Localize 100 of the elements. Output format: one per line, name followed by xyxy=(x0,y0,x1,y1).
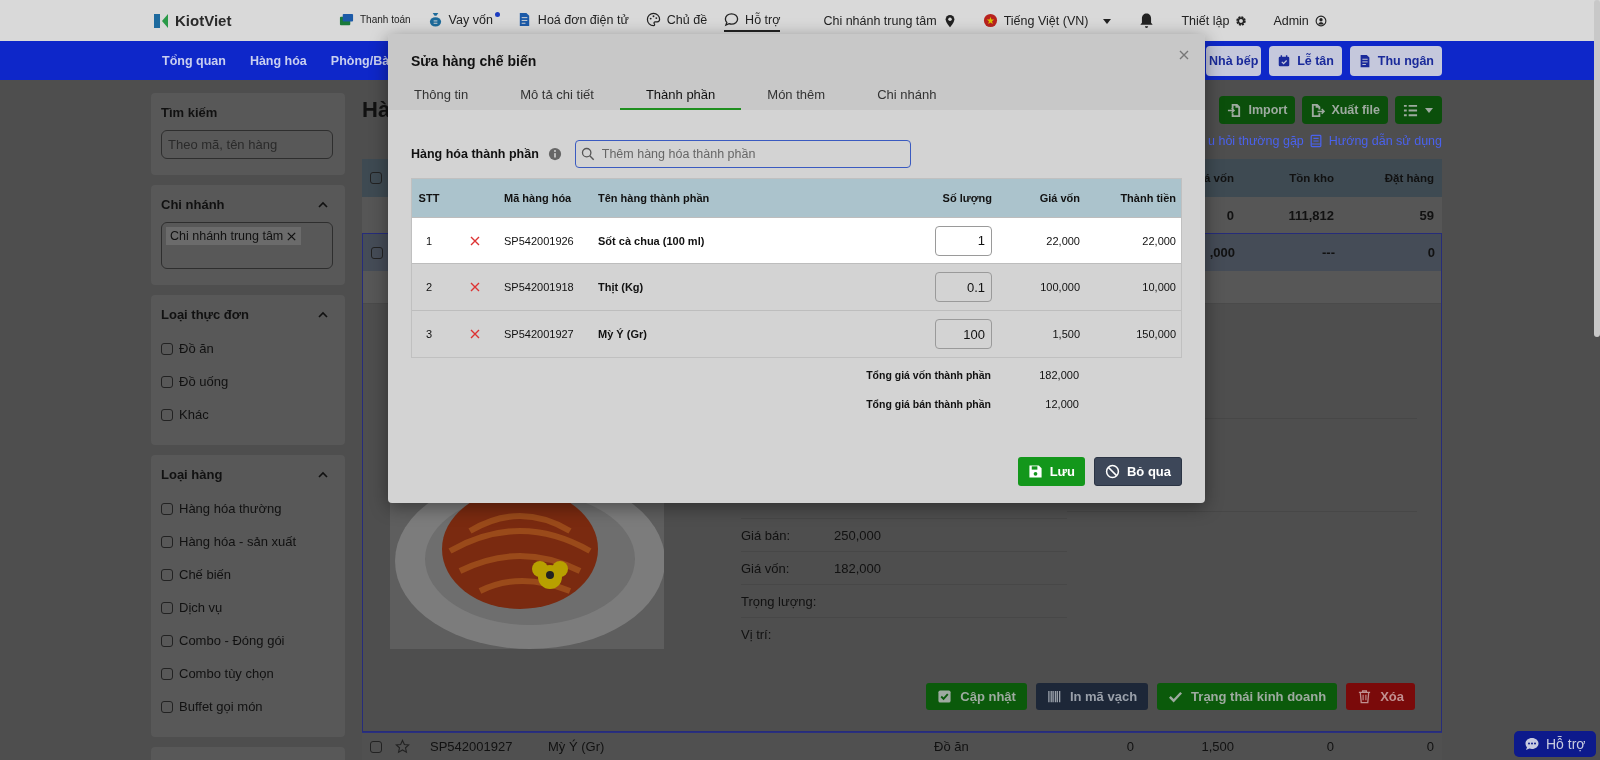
checkbox-label: Hàng hóa - sản xuất xyxy=(179,534,297,549)
chat-icon xyxy=(1524,736,1540,752)
table-cell-text: 22,000 xyxy=(1141,234,1176,247)
user-menu[interactable]: Admin xyxy=(1273,13,1309,28)
menu-item[interactable]: Hoá đơn điện tử xyxy=(516,9,629,32)
menu-item[interactable]: Vay vốn xyxy=(427,9,500,32)
barcode-icon xyxy=(1046,689,1062,704)
table-cell-text: 111,812 xyxy=(1287,207,1334,223)
tag-field[interactable]: Chi nhánh trung tâm xyxy=(161,222,333,269)
file-import-icon xyxy=(1227,102,1243,118)
table-cell-text: 150,000 xyxy=(1135,328,1176,340)
quantity-field[interactable]: 0.1 xyxy=(935,272,992,302)
tab[interactable]: Chi nhánh xyxy=(851,80,963,110)
table-cell-text: 0 xyxy=(1225,207,1234,223)
ban-icon xyxy=(1104,464,1120,479)
menu-item[interactable]: Thanh toán xyxy=(339,9,411,32)
action-button[interactable]: Xóa xyxy=(1346,683,1415,710)
user-icon xyxy=(1314,14,1327,27)
checkbox-label: Khác xyxy=(179,407,209,422)
save-icon xyxy=(1027,464,1043,479)
tag: Chi nhánh trung tâm xyxy=(166,227,302,245)
menu-item[interactable]: Hỗ trợ xyxy=(724,9,781,32)
checkbox-label: Chế biến xyxy=(179,567,232,582)
quantity-field[interactable]: 1 xyxy=(935,225,992,256)
column-header: Tồn kho xyxy=(1288,172,1334,184)
table-cell-text: --- xyxy=(1321,245,1335,260)
checkbox[interactable] xyxy=(161,342,173,355)
search-field[interactable]: Thêm hàng hóa thành phần xyxy=(574,140,911,168)
action-button[interactable]: Import xyxy=(1219,96,1296,124)
tab[interactable]: Thành phần xyxy=(619,80,742,110)
action-button[interactable]: In mã vạch xyxy=(1035,683,1149,710)
checkbox[interactable] xyxy=(161,634,173,647)
total-label: Tổng giá vốn thành phần xyxy=(865,368,991,381)
nav-item[interactable]: Tổng quan xyxy=(162,53,226,68)
save-button[interactable]: Lưu xyxy=(1017,457,1085,486)
scrollbar-thumb[interactable] xyxy=(1594,0,1600,337)
remove-icon[interactable] xyxy=(469,234,481,247)
table-cell-text: 0 xyxy=(1426,245,1435,260)
list-icon xyxy=(1403,102,1418,118)
checkbox-label: Combo tùy chọn xyxy=(179,666,274,681)
settings-link[interactable]: Thiết lập xyxy=(1181,13,1230,28)
checkbox[interactable] xyxy=(161,667,173,680)
star-icon[interactable] xyxy=(395,739,410,754)
checkbox[interactable] xyxy=(161,568,173,581)
checkbox[interactable] xyxy=(161,535,173,548)
checkbox[interactable] xyxy=(161,502,173,515)
table-cell-text: 0 xyxy=(1325,739,1334,754)
column-header: Đặt hàng xyxy=(1383,172,1434,184)
table-cell-text: 1,500 xyxy=(1051,328,1080,340)
search-icon xyxy=(580,147,595,161)
cancel-button[interactable]: Bỏ qua xyxy=(1093,457,1182,486)
checkbox[interactable] xyxy=(370,740,382,753)
nav-item[interactable]: Hàng hóa xyxy=(249,53,307,68)
table-cell-text: SP542001927 xyxy=(504,328,575,340)
nav-item[interactable]: Phòng/Bà xyxy=(330,53,390,68)
menu-item[interactable]: Chủ đề xyxy=(645,9,708,32)
close-icon[interactable] xyxy=(1178,49,1190,61)
nav-button[interactable]: Thu ngân xyxy=(1349,45,1442,76)
total-label: Tổng giá bán thành phần xyxy=(865,397,991,410)
table-cell-text: SP542001918 xyxy=(504,281,575,293)
filter-title: Chi nhánh xyxy=(161,197,225,212)
checkbox[interactable] xyxy=(161,700,173,713)
file-export-icon xyxy=(1310,102,1326,118)
checkbox[interactable] xyxy=(370,172,382,184)
table-cell-text: 1,500 xyxy=(1200,739,1234,754)
action-button[interactable]: Cập nhật xyxy=(926,683,1027,710)
field-label: Giá bán: xyxy=(741,527,792,543)
table-cell-text: Sốt cà chua (100 ml) xyxy=(598,234,706,247)
remove-icon[interactable] xyxy=(469,281,481,293)
tab[interactable]: Món thêm xyxy=(741,80,852,110)
filter-title: Loại thực đơn xyxy=(161,307,249,322)
nav-button[interactable]: Lễ tân xyxy=(1269,45,1342,76)
info-icon xyxy=(547,147,562,161)
action-button[interactable]: Xuất file xyxy=(1302,96,1388,124)
checkbox[interactable] xyxy=(161,375,173,388)
chat-icon xyxy=(724,12,740,27)
language-selector[interactable]: Tiếng Việt (VN) xyxy=(1003,13,1089,28)
checkbox-label: Đồ ăn xyxy=(179,341,214,356)
checkbox-label: Combo - Đóng gói xyxy=(179,633,285,648)
book-icon xyxy=(1308,134,1323,148)
checkbox[interactable] xyxy=(161,408,173,421)
checkbox-label: Buffet gọi món xyxy=(179,699,263,714)
table-cell-text: Mỳ Ý (Gr) xyxy=(598,328,648,340)
checkbox[interactable] xyxy=(371,246,383,259)
action-button[interactable]: Trạng thái kinh doanh xyxy=(1157,683,1338,710)
check-square-icon xyxy=(937,689,953,704)
tab[interactable]: Mô tả chi tiết xyxy=(494,80,620,110)
nav-button[interactable]: Nhà bếp xyxy=(1206,45,1262,76)
table-cell-text: SP542001926 xyxy=(504,234,575,247)
support-chat-button[interactable]: Hỗ trợ xyxy=(1514,731,1596,757)
view-menu-button[interactable] xyxy=(1395,96,1442,124)
field-label: Hàng hóa thành phần xyxy=(411,147,539,161)
branch-selector[interactable]: Chi nhánh trung tâm xyxy=(823,13,937,28)
checkbox[interactable] xyxy=(161,601,173,614)
remove-icon[interactable] xyxy=(469,328,481,340)
filter-title: Tìm kiếm xyxy=(161,105,218,120)
total-value: 182,000 xyxy=(1038,368,1079,381)
field-label: Trọng lượng: xyxy=(741,593,818,609)
quantity-field[interactable]: 100 xyxy=(935,319,992,349)
tab[interactable]: Thông tin xyxy=(388,80,495,110)
